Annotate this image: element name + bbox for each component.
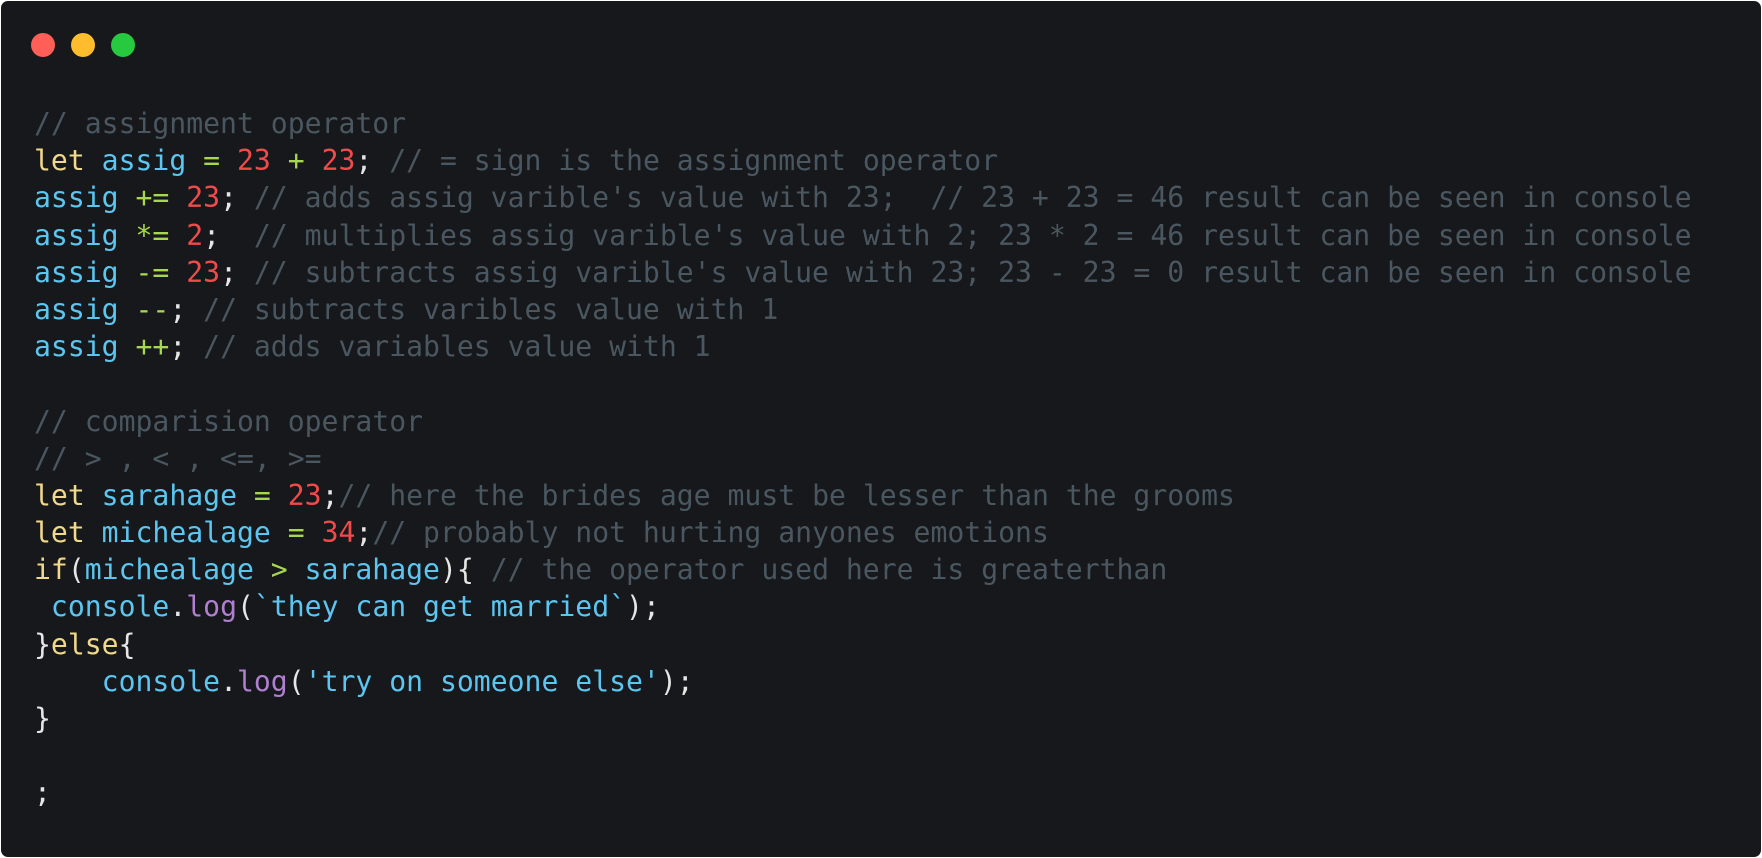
code-line: assig *= 2; // multiplies assig varible'… xyxy=(34,217,1692,254)
code-token: ++ xyxy=(118,330,170,364)
code-token: ( xyxy=(67,553,85,587)
code-token: ; xyxy=(355,144,390,178)
code-line: let michealage = 34;// probably not hurt… xyxy=(34,514,1692,551)
code-token: *= xyxy=(118,218,187,252)
code-line: // > , < , <=, >= xyxy=(34,440,1692,477)
code-token: 2 xyxy=(186,218,204,252)
code-token: ; xyxy=(355,516,373,550)
code-token: ; xyxy=(169,330,204,364)
code-token: 23 xyxy=(237,144,271,178)
code-block: // assignment operator let assig = 23 + 2… xyxy=(34,105,1692,812)
code-token: assig xyxy=(34,330,119,364)
code-token: ); xyxy=(659,664,694,698)
code-token: 34 xyxy=(321,516,356,550)
code-token: // assignment operator xyxy=(34,107,407,140)
code-token: = xyxy=(270,516,322,550)
code-token: assig xyxy=(34,255,119,289)
code-line: assig ++; // adds variables value with 1 xyxy=(34,328,1692,365)
code-line: if(michealage > sarahage){ // the operat… xyxy=(34,551,1692,588)
code-token: if xyxy=(34,553,68,587)
code-token: assig xyxy=(34,181,119,215)
code-token: > xyxy=(253,553,305,587)
code-token: ; xyxy=(34,776,51,810)
code-token: // = sign is the assignment operator xyxy=(389,144,999,178)
code-token: assig xyxy=(34,218,119,252)
code-token: ( xyxy=(287,664,305,698)
code-token: -= xyxy=(118,255,187,289)
code-token: let xyxy=(34,144,85,178)
code-token: += xyxy=(118,181,187,215)
code-token: ; xyxy=(321,478,339,512)
code-token: ; xyxy=(169,292,204,326)
code-line: let assig = 23 + 23; // = sign is the as… xyxy=(34,142,1692,179)
code-token: console xyxy=(50,590,170,624)
code-token: // multiplies assig varible's value with… xyxy=(253,218,1692,252)
code-token: sarahage xyxy=(101,478,237,512)
code-token: else xyxy=(50,627,119,661)
code-line: console.log(`they can get married`); xyxy=(34,588,1692,625)
code-token: michealage xyxy=(101,516,271,550)
code-token: sarahage xyxy=(304,553,440,587)
code-line: }else{ xyxy=(34,626,1692,663)
code-token: ); xyxy=(626,590,660,624)
code-token: // adds variables value with 1 xyxy=(203,330,711,364)
code-token: // probably not hurting anyones emotions xyxy=(372,516,1049,550)
code-token: let xyxy=(34,516,85,550)
code-token: -- xyxy=(118,292,170,326)
code-token: // > , < , <=, >= xyxy=(34,441,322,475)
code-token: // subtracts assig varible's value with … xyxy=(253,255,1692,289)
code-line: console.log('try on someone else'); xyxy=(34,663,1692,700)
code-token: ( xyxy=(237,590,254,624)
code-token: } xyxy=(34,627,51,661)
code-token: 23 xyxy=(287,478,322,512)
code-token: ; xyxy=(203,218,254,252)
code-token: . xyxy=(220,664,237,698)
code-token: 23 xyxy=(186,255,221,289)
code-token: ){ xyxy=(439,553,491,587)
code-window: // assignment operator let assig = 23 + 2… xyxy=(1,1,1761,857)
code-token: ; xyxy=(220,255,254,289)
code-token: = xyxy=(236,478,288,512)
code-token: // subtracts varibles value with 1 xyxy=(203,292,779,326)
code-line: assig -= 23; // subtracts assig varible'… xyxy=(34,254,1692,291)
code-token: log xyxy=(236,664,288,698)
code-token: let xyxy=(34,478,85,512)
code-token: `they can get married` xyxy=(253,590,627,624)
code-token: assig xyxy=(34,292,119,326)
maximize-button[interactable] xyxy=(111,33,135,57)
code-token: = xyxy=(186,144,237,178)
code-line: assig --; // subtracts varibles value wi… xyxy=(34,291,1692,328)
code-token: . xyxy=(169,590,187,624)
code-token: log xyxy=(186,590,237,624)
code-token: + xyxy=(270,144,322,178)
code-token: // here the brides age must be lesser th… xyxy=(338,478,1235,512)
code-token: } xyxy=(34,702,51,735)
code-token: { xyxy=(118,627,136,661)
code-token: ; xyxy=(220,181,254,215)
code-line: ; xyxy=(34,774,1692,811)
minimize-button[interactable] xyxy=(71,33,95,57)
code-token: 23 xyxy=(321,144,356,178)
code-token: 23 xyxy=(186,181,221,215)
close-button[interactable] xyxy=(31,33,55,57)
code-token: // adds assig varible's value with 23; /… xyxy=(253,181,1692,215)
code-token: 'try on someone else' xyxy=(304,664,660,698)
code-token: // the operator used here is greaterthan xyxy=(490,553,1168,587)
code-line: // assignment operator xyxy=(34,105,1692,142)
code-line: let sarahage = 23;// here the brides age… xyxy=(34,477,1692,514)
code-token: michealage xyxy=(84,553,254,587)
code-token: console xyxy=(101,664,221,698)
code-token: // comparision operator xyxy=(34,404,424,438)
code-token: assig xyxy=(101,144,187,178)
code-line: // comparision operator xyxy=(34,403,1692,440)
code-line: assig += 23; // adds assig varible's val… xyxy=(34,179,1692,216)
code-line: } xyxy=(34,700,1692,737)
